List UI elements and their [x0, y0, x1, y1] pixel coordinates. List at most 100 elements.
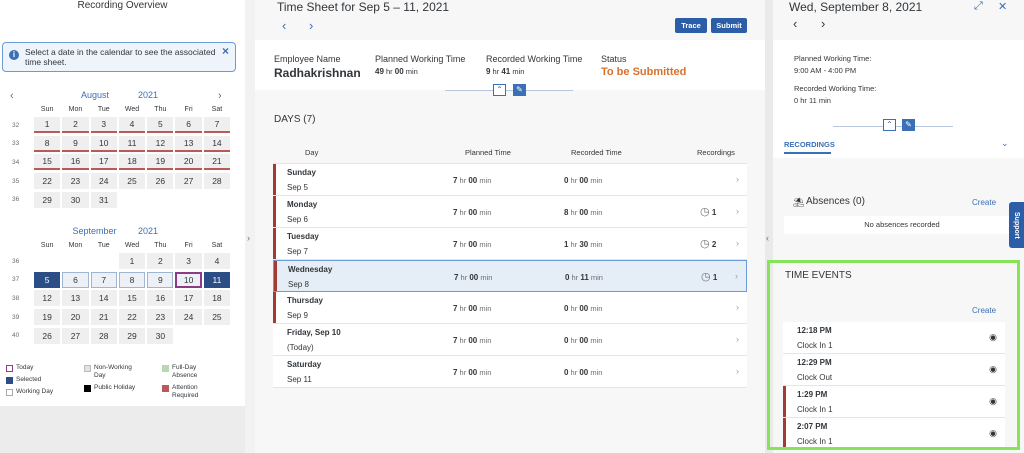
table-row[interactable]: Saturday Sep 11 7 hr 00 min 0 hr 00 min › [273, 356, 747, 388]
calendar-day[interactable]: 1 [118, 253, 146, 270]
absences-create-link[interactable]: Create [972, 198, 996, 207]
table-row[interactable]: Thursday Sep 9 7 hr 00 min 0 hr 00 min › [273, 292, 747, 324]
calendar-day[interactable]: 3 [90, 117, 117, 134]
support-button[interactable]: Support [1009, 202, 1024, 248]
next-day-icon[interactable]: › [821, 16, 825, 31]
calendar-day[interactable]: 13 [175, 135, 202, 152]
chevron-right-icon[interactable]: › [736, 238, 739, 248]
calendar-day[interactable]: 11 [203, 271, 231, 288]
next-month-icon[interactable]: › [218, 90, 222, 102]
calendar-day[interactable]: 22 [118, 309, 146, 326]
next-week-icon[interactable]: › [309, 18, 313, 33]
calendar-day[interactable]: 6 [62, 271, 89, 288]
calendar-day[interactable]: 25 [203, 309, 231, 326]
calendar-day[interactable]: 21 [203, 154, 231, 171]
calendar-day[interactable]: 28 [90, 327, 117, 344]
month-label[interactable]: September [72, 226, 117, 236]
year-label[interactable]: 2021 [138, 90, 158, 100]
table-row[interactable]: Friday, Sep 10 (Today) 7 hr 00 min 0 hr 00 … [273, 324, 747, 356]
trace-button[interactable]: Trace [675, 18, 707, 33]
calendar-day[interactable]: 19 [147, 154, 174, 171]
calendar-day[interactable]: 20 [62, 309, 89, 326]
calendar-day[interactable]: 17 [90, 154, 117, 171]
calendar-day[interactable]: 8 [34, 135, 61, 152]
table-row[interactable]: Tuesday Sep 7 7 hr 00 min 1 hr 30 min ◷ 2 › [273, 228, 747, 260]
calendar-day[interactable]: 26 [147, 173, 174, 190]
calendar-day[interactable]: 4 [118, 117, 146, 134]
calendar-day[interactable]: 23 [62, 173, 89, 190]
calendar-day[interactable]: 8 [118, 271, 146, 288]
chevron-right-icon[interactable]: › [736, 174, 739, 184]
chevron-right-icon[interactable]: › [736, 366, 739, 376]
calendar-day[interactable]: 15 [34, 154, 61, 171]
calendar-day[interactable]: 19 [34, 309, 61, 326]
left-splitter[interactable]: › [245, 0, 255, 453]
collapse-header-icon[interactable]: ⌃ [883, 119, 896, 131]
calendar-day[interactable]: 29 [34, 191, 61, 208]
chevron-down-icon[interactable]: ⌄ [1001, 138, 1009, 149]
calendar-day[interactable]: 26 [34, 327, 61, 344]
calendar-day[interactable]: 16 [62, 154, 89, 171]
calendar-day[interactable]: 30 [147, 327, 174, 344]
calendar-day[interactable]: 12 [34, 290, 61, 307]
calendar-day[interactable]: 30 [62, 191, 89, 208]
calendar-day[interactable]: 27 [175, 173, 202, 190]
calendar-day[interactable]: 18 [203, 290, 231, 307]
year-label[interactable]: 2021 [138, 226, 158, 236]
chevron-right-icon[interactable]: › [736, 334, 739, 344]
calendar-day[interactable]: 9 [147, 271, 174, 288]
calendar-day[interactable]: 17 [175, 290, 202, 307]
prev-week-icon[interactable]: ‹ [282, 18, 286, 33]
prev-day-icon[interactable]: ‹ [793, 16, 797, 31]
calendar-day[interactable]: 15 [118, 290, 146, 307]
calendar-day[interactable]: 12 [147, 135, 174, 152]
chevron-right-icon[interactable]: › [736, 302, 739, 312]
tab-recordings[interactable]: RECORDINGS [784, 140, 835, 149]
close-icon[interactable]: ✕ [998, 0, 1007, 13]
calendar-day[interactable]: 23 [147, 309, 174, 326]
calendar-day[interactable]: 3 [175, 253, 202, 270]
calendar-day[interactable]: 28 [203, 173, 231, 190]
calendar-day[interactable]: 2 [147, 253, 174, 270]
submit-button[interactable]: Submit [711, 18, 747, 33]
calendar-day[interactable]: 29 [118, 327, 146, 344]
calendar-day[interactable]: 20 [175, 154, 202, 171]
calendar-day[interactable]: 13 [62, 290, 89, 307]
collapse-header-icon[interactable]: ⌃ [493, 84, 506, 96]
calendar-day[interactable]: 5 [34, 271, 61, 288]
calendar-day[interactable]: 6 [175, 117, 202, 134]
close-icon[interactable]: × [222, 45, 229, 57]
calendar-day[interactable]: 2 [62, 117, 89, 134]
pin-header-icon[interactable]: ✎ [513, 84, 526, 96]
table-row[interactable]: Wednesday Sep 8 7 hr 00 min 0 hr 11 min ◷ 1 › [273, 260, 747, 292]
calendar-day[interactable]: 24 [90, 173, 117, 190]
calendar-day[interactable]: 9 [62, 135, 89, 152]
calendar-day[interactable]: 14 [90, 290, 117, 307]
chevron-right-icon[interactable]: › [735, 271, 738, 281]
calendar-day[interactable]: 10 [90, 135, 117, 152]
calendar-day[interactable]: 18 [118, 154, 146, 171]
calendar-day[interactable]: 21 [90, 309, 117, 326]
pin-header-icon[interactable]: ✎ [902, 119, 915, 131]
calendar-day[interactable]: 31 [90, 191, 117, 208]
planned-time: 7 hr 00 min [453, 336, 492, 345]
fullscreen-icon[interactable]: ⤢ [974, 0, 983, 13]
calendar-day[interactable]: 25 [118, 173, 146, 190]
calendar-day[interactable]: 24 [175, 309, 202, 326]
calendar-day[interactable]: 4 [203, 253, 231, 270]
table-row[interactable]: Sunday Sep 5 7 hr 00 min 0 hr 00 min › [273, 164, 747, 196]
calendar-day[interactable]: 1 [34, 117, 61, 134]
calendar-day[interactable]: 7 [203, 117, 231, 134]
calendar-day[interactable]: 5 [147, 117, 174, 134]
calendar-day[interactable]: 14 [203, 135, 231, 152]
calendar-day[interactable]: 11 [118, 135, 146, 152]
calendar-day[interactable]: 16 [147, 290, 174, 307]
month-label[interactable]: August [80, 90, 110, 100]
chevron-right-icon[interactable]: › [736, 206, 739, 216]
calendar-day[interactable]: 22 [34, 173, 61, 190]
calendar-day[interactable]: 7 [90, 271, 117, 288]
table-row[interactable]: Monday Sep 6 7 hr 00 min 8 hr 00 min ◷ 1 › [273, 196, 747, 228]
calendar-day[interactable]: 27 [62, 327, 89, 344]
calendar-day[interactable]: 10 [175, 271, 202, 288]
prev-month-icon[interactable]: ‹ [10, 90, 14, 102]
